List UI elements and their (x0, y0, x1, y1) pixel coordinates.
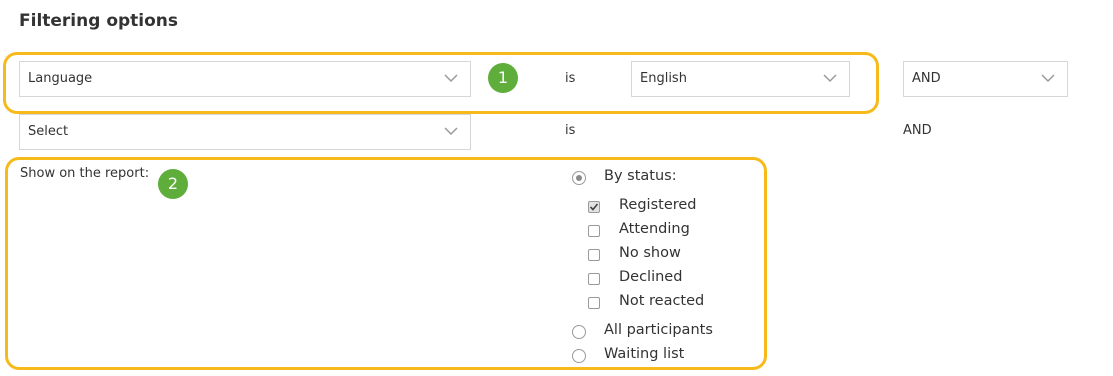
page-title: Filtering options (19, 11, 179, 31)
filter-field-select[interactable]: Language (19, 61, 471, 97)
status-label-no-show: No show (619, 245, 681, 261)
chevron-down-icon (444, 74, 458, 83)
status-checkbox-not-reacted[interactable] (588, 297, 600, 309)
conjunction-label-2: AND (903, 123, 932, 138)
filter-value-select[interactable]: English (631, 61, 850, 97)
filter-value-value: English (640, 71, 687, 86)
by-status-label: By status: (604, 168, 677, 184)
status-label-not-reacted: Not reacted (619, 293, 705, 309)
status-checkbox-declined[interactable] (588, 273, 600, 285)
checkmark-icon (589, 203, 599, 211)
by-status-radio[interactable] (572, 171, 586, 185)
waiting-list-radio[interactable] (572, 349, 586, 363)
status-checkbox-no-show[interactable] (588, 249, 600, 261)
conjunction-select[interactable]: AND (903, 61, 1068, 97)
filter-operator-2: is (565, 123, 576, 138)
status-checkbox-attending[interactable] (588, 225, 600, 237)
status-label-declined: Declined (619, 269, 683, 285)
all-participants-label: All participants (604, 322, 713, 338)
status-checkbox-registered[interactable] (588, 201, 600, 213)
annotation-badge-1: 1 (488, 63, 518, 93)
filter-operator: is (565, 71, 576, 86)
highlight-box-2 (5, 157, 767, 370)
waiting-list-label: Waiting list (604, 346, 685, 362)
chevron-down-icon (1041, 74, 1055, 83)
status-label-registered: Registered (619, 197, 697, 213)
report-label: Show on the report: (20, 166, 150, 181)
filter-field-value: Language (28, 71, 93, 86)
chevron-down-icon (444, 127, 458, 136)
annotation-badge-2: 2 (158, 169, 188, 199)
filter-field-value-2: Select (28, 124, 69, 139)
conjunction-value: AND (912, 71, 941, 86)
status-label-attending: Attending (619, 221, 690, 237)
filter-field-select-2[interactable]: Select (19, 114, 471, 150)
chevron-down-icon (823, 74, 837, 83)
all-participants-radio[interactable] (572, 325, 586, 339)
